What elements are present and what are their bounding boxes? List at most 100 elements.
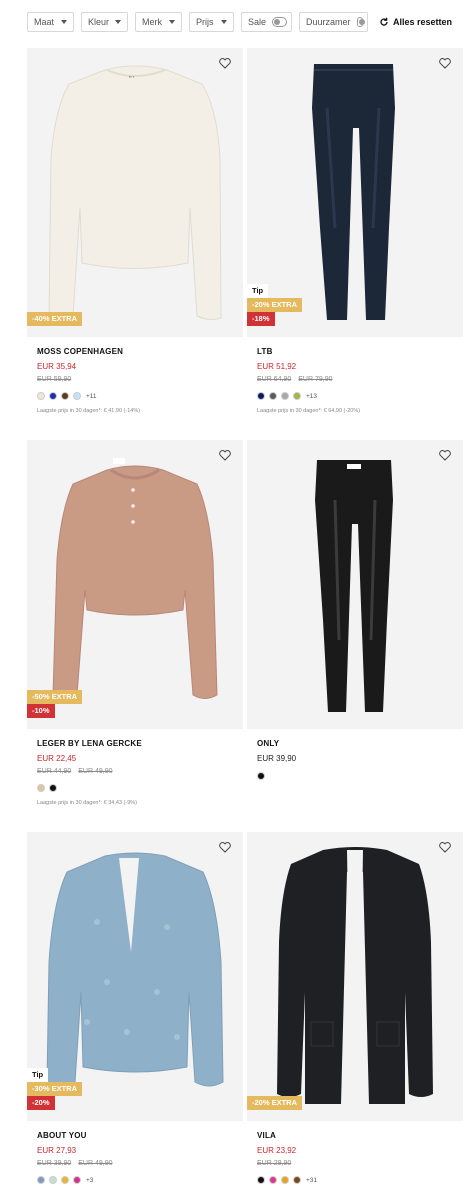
product-image[interactable]: [247, 440, 463, 729]
product-brand[interactable]: ABOUT YOU: [37, 1131, 233, 1140]
color-swatch[interactable]: [257, 392, 265, 400]
product-image[interactable]: Tip -20% EXTRA -18%: [247, 48, 463, 337]
old-price: EUR 59,90: [37, 376, 72, 383]
filter-duurzamer-label: Duurzamer: [306, 17, 351, 27]
product-card[interactable]: -50% EXTRA -10% LEGER BY LENA GERCKE EUR…: [27, 440, 243, 806]
reset-filters-label: Alles resetten: [393, 17, 453, 27]
leather-pants-image: [315, 460, 393, 712]
old-prices: EUR 44,90 EUR 49,90: [37, 768, 233, 775]
color-swatch[interactable]: [37, 1176, 45, 1184]
color-swatch[interactable]: [61, 1176, 69, 1184]
old-prices: EUR 39,90 EUR 49,90: [37, 1160, 233, 1167]
product-price: EUR 23,92: [257, 1146, 297, 1155]
sweater-image: ▪▪ ▪: [48, 65, 222, 321]
discount-badge: -20%: [27, 1096, 55, 1110]
color-swatch[interactable]: [293, 1176, 301, 1184]
reset-filters-button[interactable]: Alles resetten: [379, 17, 452, 27]
old-price: EUR 49,90: [78, 1160, 113, 1167]
product-card[interactable]: Tip -20% EXTRA -18% LTB EUR 51,92 EUR 64…: [247, 48, 463, 414]
color-swatch[interactable]: [269, 1176, 277, 1184]
heart-icon[interactable]: [439, 450, 451, 461]
badge-stack: -50% EXTRA -10%: [27, 690, 83, 718]
more-colors-count[interactable]: +31: [306, 1177, 317, 1184]
product-image[interactable]: -20% EXTRA: [247, 832, 463, 1121]
filter-merk[interactable]: Merk: [135, 12, 182, 32]
badge-stack: -40% EXTRA: [27, 312, 83, 326]
refresh-icon: [380, 17, 388, 26]
product-card[interactable]: Tip -30% EXTRA -20% ABOUT YOU EUR 27,93 …: [27, 832, 243, 1184]
color-swatches: +11: [37, 392, 233, 400]
badge-stack: -20% EXTRA: [247, 1096, 303, 1110]
badge-stack: Tip -30% EXTRA -20%: [27, 1068, 83, 1110]
product-image[interactable]: ▪▪ ▪ -40% EXTRA: [27, 48, 243, 337]
product-card[interactable]: ONLY EUR 39,90: [247, 440, 463, 780]
tip-badge: Tip: [247, 284, 269, 298]
product-image[interactable]: -50% EXTRA -10%: [27, 440, 243, 729]
lowest-price-note: Laagste prijs in 30 dagen*: € 64,90 (-20…: [257, 408, 361, 414]
more-colors-count[interactable]: +11: [86, 393, 97, 400]
color-swatch[interactable]: [37, 392, 45, 400]
filter-bar: Maat Kleur Merk Prijs Sale Duurzamer All…: [0, 0, 475, 44]
product-brand[interactable]: VILA: [257, 1131, 453, 1140]
heart-icon[interactable]: [219, 842, 231, 853]
filter-sale-toggle[interactable]: Sale: [241, 12, 292, 32]
product-brand[interactable]: ONLY: [257, 739, 453, 748]
chevron-down-icon: [115, 20, 122, 24]
filter-maat-label: Maat: [34, 17, 55, 27]
filter-kleur-label: Kleur: [88, 17, 110, 27]
color-swatches: +13: [257, 392, 453, 400]
filter-prijs[interactable]: Prijs: [189, 12, 234, 32]
chevron-down-icon: [221, 20, 227, 24]
product-price: EUR 27,93: [37, 1146, 77, 1155]
lowest-price-note: Laagste prijs in 30 dagen*: € 34,43 (-9%…: [37, 800, 137, 806]
old-price: EUR 79,90: [298, 376, 333, 383]
old-price: EUR 44,90: [37, 768, 72, 775]
filter-kleur[interactable]: Kleur: [81, 12, 128, 32]
color-swatch[interactable]: [281, 392, 289, 400]
color-swatch[interactable]: [49, 1176, 57, 1184]
lowest-price-note: Laagste prijs in 30 dagen*: € 41,90 (-14…: [37, 408, 141, 414]
more-colors-count[interactable]: +3: [86, 1177, 93, 1184]
color-swatch[interactable]: [37, 784, 45, 792]
old-price: EUR 64,90: [257, 376, 292, 383]
product-brand[interactable]: LTB: [257, 347, 453, 356]
color-swatches: +3: [37, 1176, 233, 1184]
color-swatch[interactable]: [61, 392, 69, 400]
color-swatch[interactable]: [257, 772, 265, 780]
color-swatch[interactable]: [49, 392, 57, 400]
toggle-switch-icon: [272, 17, 287, 27]
color-swatch[interactable]: [73, 392, 81, 400]
product-brand[interactable]: LEGER BY LENA GERCKE: [37, 739, 233, 748]
svg-text:▪▪ ▪: ▪▪ ▪: [129, 74, 135, 79]
extra-discount-badge: -30% EXTRA: [27, 1082, 83, 1096]
heart-icon[interactable]: [219, 450, 231, 461]
discount-badge: -10%: [27, 704, 55, 718]
extra-discount-badge: -40% EXTRA: [27, 312, 83, 326]
product-price: EUR 35,94: [37, 362, 77, 371]
more-colors-count[interactable]: +13: [306, 393, 317, 400]
filter-prijs-label: Prijs: [196, 17, 214, 27]
color-swatch[interactable]: [73, 1176, 81, 1184]
heart-icon[interactable]: [219, 58, 231, 69]
product-card[interactable]: -20% EXTRA VILA EUR 23,92 EUR 29,90 +31: [247, 832, 463, 1184]
heart-icon[interactable]: [439, 842, 451, 853]
filter-maat[interactable]: Maat: [27, 12, 74, 32]
chevron-down-icon: [61, 20, 67, 24]
product-card[interactable]: ▪▪ ▪ -40% EXTRA MOSS COPENHAGEN EUR 35,9…: [27, 48, 243, 414]
old-price: EUR 39,90: [37, 1160, 72, 1167]
color-swatch[interactable]: [269, 392, 277, 400]
color-swatch[interactable]: [281, 1176, 289, 1184]
tip-badge: Tip: [27, 1068, 49, 1082]
product-image[interactable]: Tip -30% EXTRA -20%: [27, 832, 243, 1121]
old-prices: EUR 59,90: [37, 376, 233, 383]
heart-icon[interactable]: [439, 58, 451, 69]
color-swatch[interactable]: [293, 392, 301, 400]
knit-polo-image: [52, 458, 218, 699]
product-brand[interactable]: MOSS COPENHAGEN: [37, 347, 233, 356]
color-swatches: [37, 784, 233, 792]
chevron-down-icon: [169, 20, 175, 24]
old-prices: EUR 29,90: [257, 1160, 453, 1167]
color-swatch[interactable]: [257, 1176, 265, 1184]
color-swatch[interactable]: [49, 784, 57, 792]
filter-duurzamer-toggle[interactable]: Duurzamer: [299, 12, 368, 32]
